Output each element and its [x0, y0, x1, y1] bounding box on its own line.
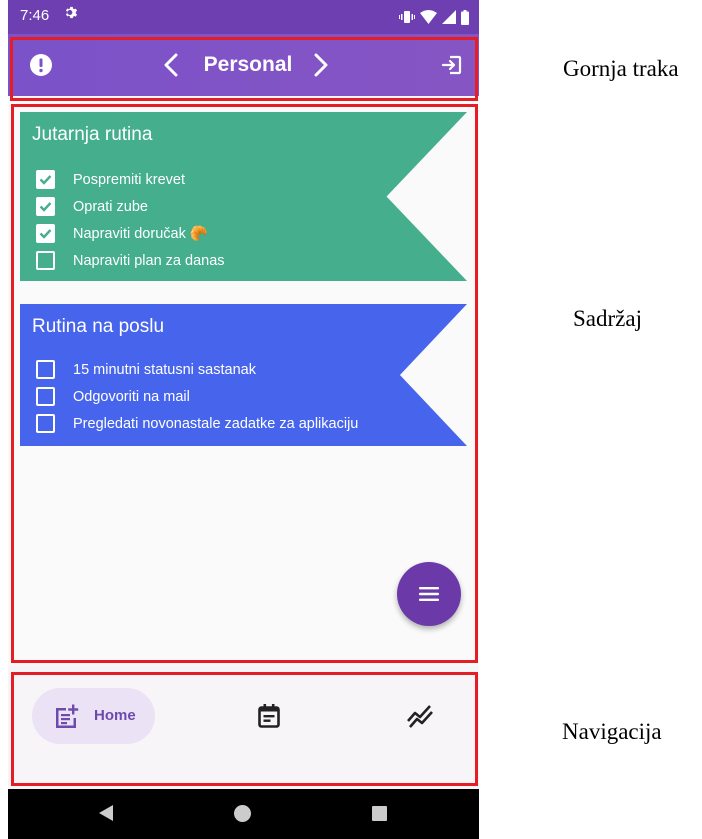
task-checkbox-unchecked[interactable]: [36, 414, 55, 433]
task-checkbox-checked[interactable]: [36, 197, 55, 216]
routine-card-work[interactable]: Rutina na poslu 15 minutni statusni sast…: [20, 304, 467, 446]
trend-chart-icon: [407, 705, 433, 728]
check-icon: [39, 229, 52, 239]
annotation-content: Sadržaj: [573, 306, 642, 331]
nav-home-label: Home: [94, 707, 136, 724]
task-checkbox-checked[interactable]: [36, 224, 55, 243]
figure: 7:46 Personal Jutarnja rutina Pospremiti…: [0, 0, 702, 839]
annotation-top-bar: Gornja traka: [563, 56, 679, 81]
recents-square-icon[interactable]: [372, 806, 387, 821]
top-app-bar: Personal: [8, 34, 479, 96]
chevron-right-icon: [314, 53, 328, 77]
vibrate-icon: [399, 11, 415, 23]
menu-fab-button[interactable]: [397, 562, 461, 626]
nav-item-home[interactable]: Home: [32, 688, 155, 744]
task-label: Napraviti doručak 🥐: [73, 226, 208, 242]
task-item[interactable]: Pospremiti krevet: [36, 166, 225, 193]
task-checkbox-unchecked[interactable]: [36, 251, 55, 270]
profile-title: Personal: [203, 53, 293, 76]
calendar-icon: [258, 704, 280, 728]
system-status-icons: [399, 8, 469, 26]
chevron-left-icon: [164, 53, 178, 77]
signal-icon: [442, 10, 456, 24]
task-label: Odgovoriti na mail: [73, 388, 190, 405]
status-bar: 7:46: [8, 0, 479, 34]
task-item[interactable]: Napraviti doručak 🥐: [36, 220, 225, 247]
annotation-navigation: Navigacija: [562, 719, 662, 744]
routine-title: Rutina na poslu: [32, 316, 165, 337]
task-list: 15 minutni statusni sastanak Odgovoriti …: [36, 356, 358, 437]
routine-title: Jutarnja rutina: [32, 124, 153, 145]
task-item[interactable]: 15 minutni statusni sastanak: [36, 356, 358, 383]
check-icon: [39, 202, 52, 212]
menu-icon: [419, 587, 439, 601]
task-checkbox-checked[interactable]: [36, 170, 55, 189]
task-checkbox-unchecked[interactable]: [36, 360, 55, 379]
next-profile-button[interactable]: [308, 51, 334, 79]
content-area: Jutarnja rutina Pospremiti krevet Oprati…: [8, 100, 479, 666]
status-time: 7:46: [20, 7, 50, 24]
logout-icon[interactable]: [440, 53, 464, 77]
bottom-navigation: Home: [8, 675, 479, 785]
routine-card-morning[interactable]: Jutarnja rutina Pospremiti krevet Oprati…: [20, 112, 467, 281]
task-label: Napraviti plan za danas: [73, 252, 225, 269]
check-icon: [39, 175, 52, 185]
task-item[interactable]: Napraviti plan za danas: [36, 247, 225, 274]
system-navigation-bar: [8, 789, 479, 839]
alert-icon[interactable]: [28, 52, 54, 78]
nav-item-calendar[interactable]: [255, 702, 283, 730]
wifi-icon: [420, 10, 437, 24]
task-item[interactable]: Odgovoriti na mail: [36, 383, 358, 410]
task-label: 15 minutni statusni sastanak: [73, 361, 256, 378]
previous-profile-button[interactable]: [158, 51, 184, 79]
task-list: Pospremiti krevet Oprati zube Napraviti …: [36, 166, 225, 274]
task-checkbox-unchecked[interactable]: [36, 387, 55, 406]
settings-gear-icon: [64, 5, 79, 24]
phone-screen: 7:46 Personal Jutarnja rutina Pospremiti…: [8, 0, 479, 839]
task-label: Pregledati novonastale zadatke za aplika…: [73, 415, 359, 432]
task-item[interactable]: Oprati zube: [36, 193, 225, 220]
add-note-icon: [56, 704, 79, 728]
task-item[interactable]: Pregledati novonastale zadatke za aplika…: [36, 410, 358, 437]
task-label: Pospremiti krevet: [73, 171, 186, 188]
home-circle-icon[interactable]: [234, 805, 251, 822]
back-triangle-icon[interactable]: [98, 804, 114, 822]
task-label: Oprati zube: [73, 198, 148, 215]
nav-item-statistics[interactable]: [405, 702, 435, 730]
battery-icon: [461, 9, 469, 25]
